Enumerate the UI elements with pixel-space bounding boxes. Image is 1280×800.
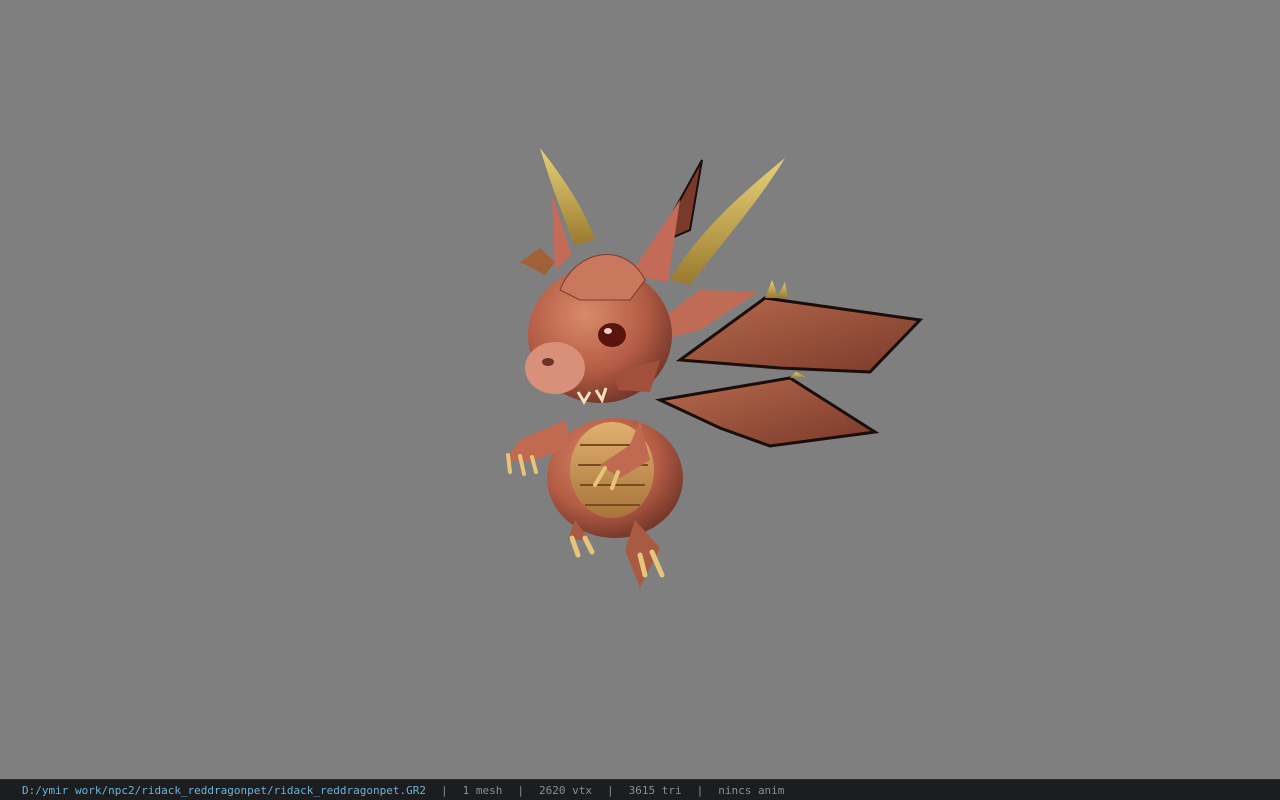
triangle-count: 3615 tri	[628, 783, 682, 797]
separator: |	[517, 783, 524, 797]
dragon-model	[505, 148, 924, 588]
separator: |	[696, 783, 704, 797]
mesh-count: 1 mesh	[462, 783, 503, 797]
dragon-eye	[598, 323, 626, 347]
3d-viewport[interactable]	[0, 0, 1280, 779]
separator: |	[606, 783, 614, 797]
separator: |	[440, 783, 448, 797]
status-bar: D:/ymir work/npc2/ridack_reddragonpet/ri…	[0, 779, 1280, 800]
dragon-horn-left	[540, 148, 595, 245]
vertex-count: 2620 vtx	[538, 783, 592, 797]
file-path: D:/ymir work/npc2/ridack_reddragonpet/ri…	[22, 783, 426, 797]
animation-status: nincs anim	[718, 783, 785, 797]
dragon-wing-lower	[655, 376, 880, 448]
